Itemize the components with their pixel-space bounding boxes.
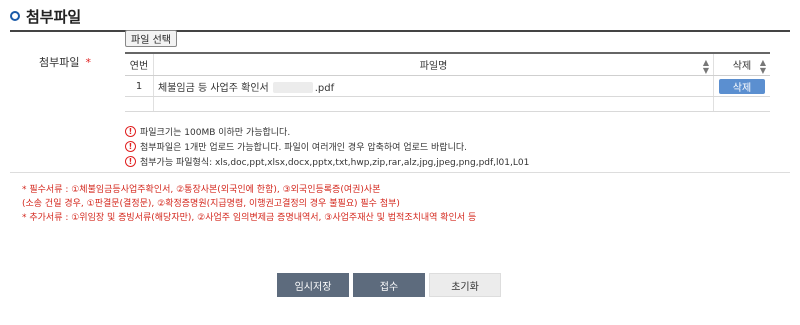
note-size: ! 파일크기는 100MB 이하만 가능합니다. <box>125 124 529 139</box>
circle-bullet-icon <box>10 11 20 21</box>
delete-file-button[interactable]: 삭제 <box>719 78 765 94</box>
field-label-text: 첨부파일 <box>39 56 80 69</box>
cell-no: 1 <box>125 75 154 97</box>
table-header-row: 연번 파일명 ▲ ▼ 삭제 ▲ ▼ <box>125 52 770 76</box>
exclamation-circle-icon: ! <box>125 126 136 137</box>
section-title: 첨부파일 <box>26 7 82 26</box>
sort-icon[interactable]: ▲ ▼ <box>760 59 766 75</box>
required-documents: * 필수서류 : ①체불임금등사업주확인서, ②통장사본(외국인에 한함), ③… <box>22 183 476 225</box>
header-no: 연번 <box>125 52 154 76</box>
empty-row <box>125 96 770 112</box>
file-table: 연번 파일명 ▲ ▼ 삭제 ▲ ▼ 1 체불임금 등 사업주 확인서 .pdf … <box>125 52 770 112</box>
header-delete[interactable]: 삭제 ▲ ▼ <box>713 52 770 76</box>
header-filename[interactable]: 파일명 ▲ ▼ <box>153 52 714 76</box>
reset-button[interactable]: 초기화 <box>429 273 501 297</box>
section-header: 첨부파일 <box>10 5 81 27</box>
table-row: 1 체불임금 등 사업주 확인서 .pdf 삭제 <box>125 75 770 97</box>
filename-prefix: 체불임금 등 사업주 확인서 <box>158 82 269 94</box>
sort-icon[interactable]: ▲ ▼ <box>703 59 709 75</box>
required-mark: * <box>85 55 91 69</box>
exclamation-circle-icon: ! <box>125 141 136 152</box>
cell-delete: 삭제 <box>713 75 770 97</box>
upload-notes: ! 파일크기는 100MB 이하만 가능합니다. ! 첨부파일은 1개만 업로드… <box>125 124 529 169</box>
additional-docs-line: * 추가서류 : ①위임장 및 증빙서류(해당자만), ②사업주 임의변제금 증… <box>22 213 477 223</box>
attachment-form-row: 첨부파일 * 파일 선택 연번 파일명 ▲ ▼ 삭제 ▲ ▼ 1 체불임금 등 … <box>10 30 790 173</box>
note-count: ! 첨부파일은 1개만 업로드 가능합니다. 파일이 여러개인 경우 압축하여 … <box>125 139 529 154</box>
field-label: 첨부파일 * <box>10 32 120 92</box>
submit-button[interactable]: 접수 <box>353 273 425 297</box>
required-docs-line: * 필수서류 : ①체불임금등사업주확인서, ②통장사본(외국인에 한함), ③… <box>22 185 381 195</box>
redacted-block <box>272 82 313 93</box>
save-draft-button[interactable]: 임시저장 <box>277 273 349 297</box>
action-buttons: 임시저장 접수 초기화 <box>277 273 501 297</box>
filename-suffix: .pdf <box>314 82 335 94</box>
choose-file-button[interactable]: 파일 선택 <box>125 30 177 47</box>
cell-filename: 체불임금 등 사업주 확인서 .pdf <box>153 75 714 97</box>
required-docs-line: (소송 건일 경우, ①판결문(결정문), ②확정증명원(지급명령, 이행권고결… <box>22 199 400 209</box>
exclamation-circle-icon: ! <box>125 156 136 167</box>
note-formats: ! 첨부가능 파일형식: xls,doc,ppt,xlsx,docx,pptx,… <box>125 154 529 169</box>
